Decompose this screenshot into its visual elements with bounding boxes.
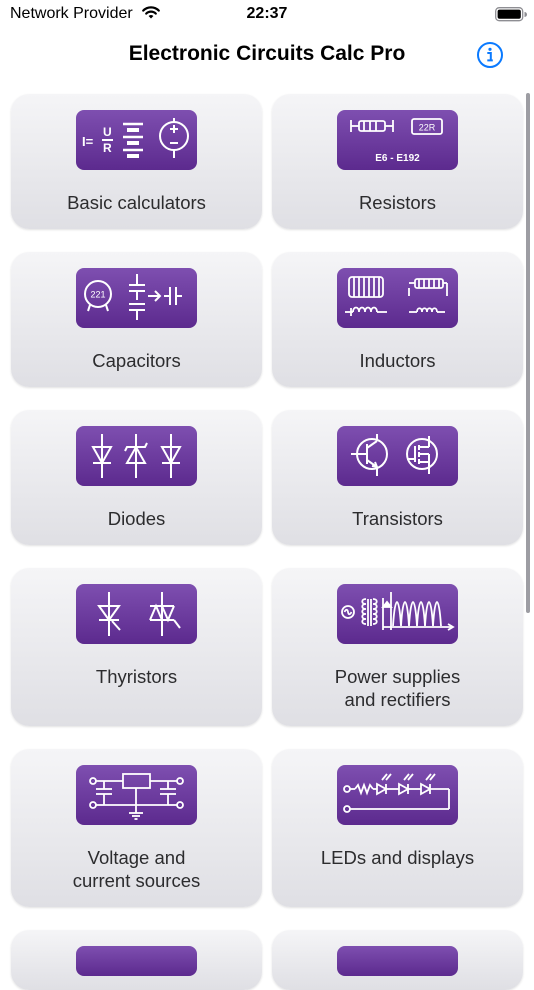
- ohms-law-battery-icon: I= U R: [76, 110, 197, 170]
- tile-transistors[interactable]: Transistors: [272, 410, 523, 545]
- tile-label: Transistors: [352, 508, 443, 529]
- inductor-icon: [337, 268, 458, 328]
- power-supply-icon: [337, 584, 458, 644]
- svg-text:E6 - E192: E6 - E192: [375, 153, 420, 164]
- tile-label: Resistors: [358, 192, 437, 213]
- tile-resistors[interactable]: 22R E6 - E192 Resistors: [272, 94, 523, 229]
- svg-text:R: R: [103, 141, 112, 155]
- tile-capacitors[interactable]: 221 Capacitors: [11, 252, 262, 387]
- tile-thyristors[interactable]: Thyristors: [11, 568, 262, 726]
- svg-text:I=: I=: [82, 134, 94, 149]
- diode-icon: [76, 426, 197, 486]
- svg-text:22R: 22R: [419, 123, 436, 133]
- tile-leds-displays[interactable]: LEDs and displays: [272, 749, 523, 907]
- tile-next-left[interactable]: [11, 930, 262, 990]
- transistor-icon: [337, 426, 458, 486]
- tile-label: Capacitors: [92, 350, 181, 371]
- tile-voltage-current-sources[interactable]: Voltage and current sources: [11, 749, 262, 907]
- led-icon: [337, 765, 458, 825]
- tile-basic-calculators[interactable]: I= U R Basic calculators: [11, 94, 262, 229]
- tile-power-supplies[interactable]: Power supplies and rectifiers: [272, 568, 523, 726]
- svg-text:U: U: [103, 125, 112, 139]
- tile-diodes[interactable]: Diodes: [11, 410, 262, 545]
- tile-label-line: Power supplies: [334, 666, 461, 687]
- thyristor-icon: [76, 584, 197, 644]
- tile-label: Basic calculators: [67, 192, 206, 213]
- category-icon: [76, 946, 197, 976]
- category-grid: I= U R Basic calculators 22R E6 - E192 R…: [0, 0, 534, 990]
- svg-text:221: 221: [90, 290, 105, 300]
- tile-label: Inductors: [359, 350, 436, 371]
- resistor-icon: 22R E6 - E192: [337, 110, 458, 170]
- tile-label-line: current sources: [72, 870, 201, 891]
- capacitor-icon: 221: [76, 268, 197, 328]
- category-icon: [337, 946, 458, 976]
- tile-label: Diodes: [107, 508, 166, 529]
- tile-label: Thyristors: [95, 666, 178, 687]
- tile-label: Power supplies and rectifiers: [272, 665, 523, 711]
- tile-label: LEDs and displays: [320, 847, 475, 868]
- tile-label-line: and rectifiers: [344, 689, 451, 710]
- tile-label-line: Voltage and: [87, 847, 186, 868]
- scrollbar[interactable]: [526, 93, 530, 613]
- tile-inductors[interactable]: Inductors: [272, 252, 523, 387]
- tile-next-right[interactable]: [272, 930, 523, 990]
- tile-label: Voltage and current sources: [11, 846, 262, 892]
- voltage-source-icon: [76, 765, 197, 825]
